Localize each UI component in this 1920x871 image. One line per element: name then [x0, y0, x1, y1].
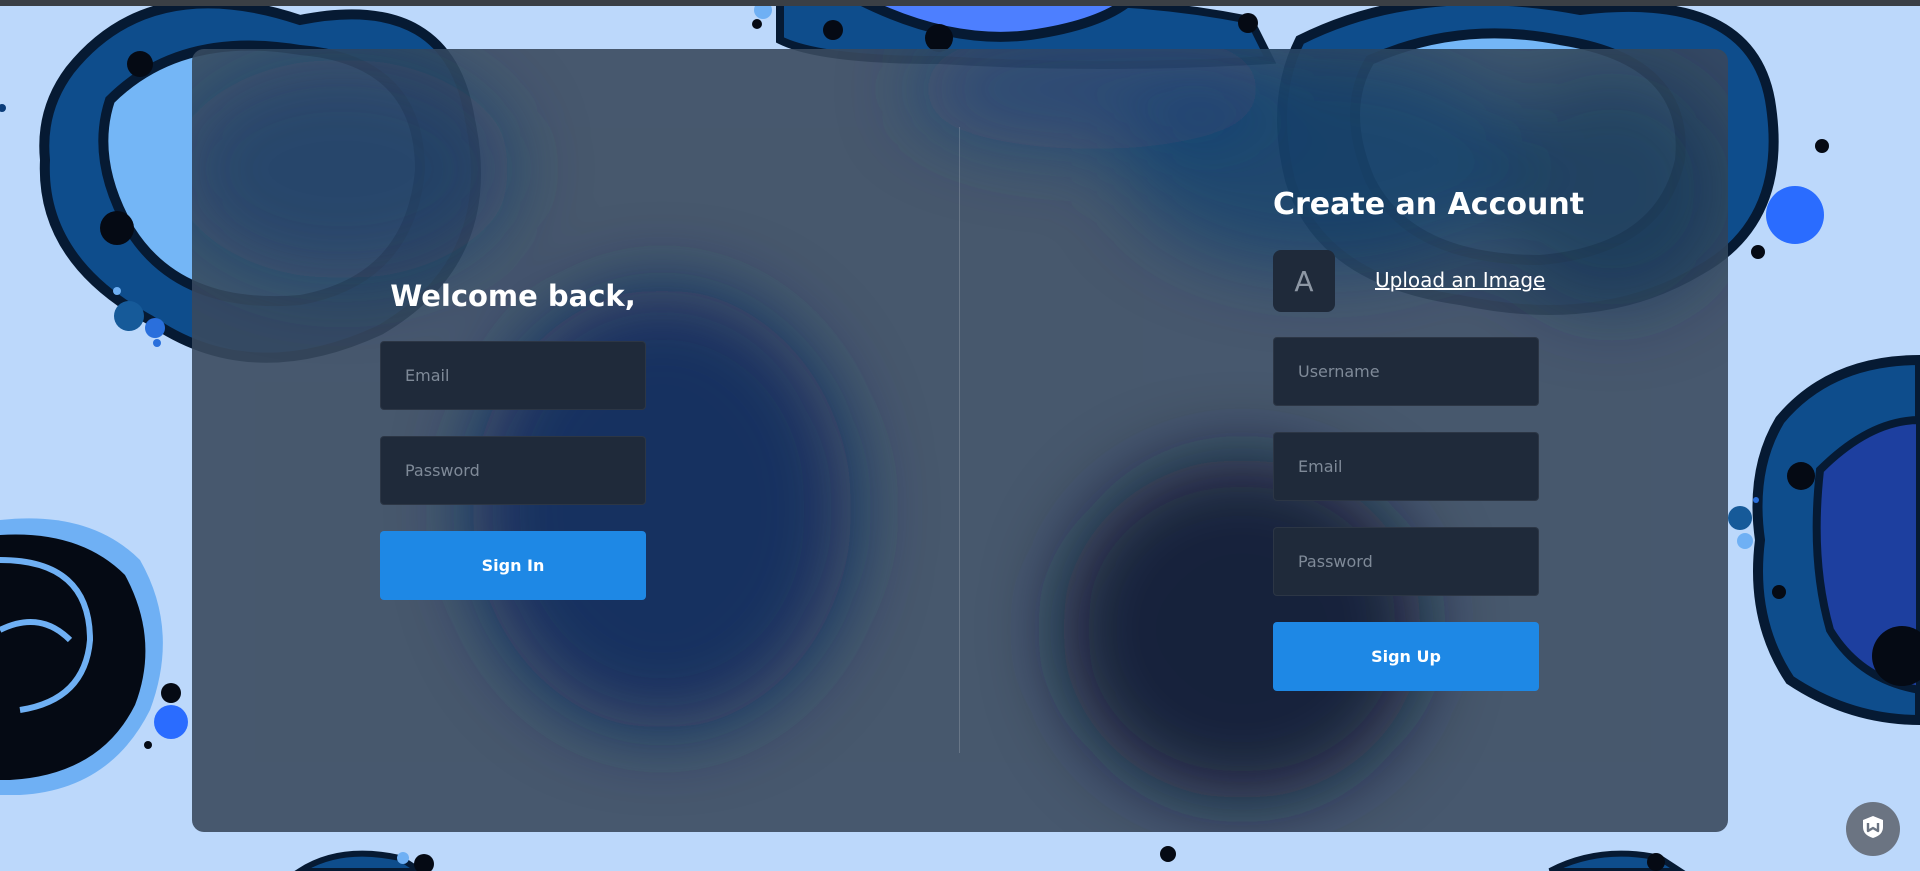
auth-card: Welcome back, Sign In Create an Account …	[192, 49, 1728, 832]
browser-top-bar	[0, 0, 1920, 6]
avatar-placeholder[interactable]: A	[1273, 250, 1335, 312]
login-password-input[interactable]	[380, 436, 646, 505]
section-divider	[959, 127, 960, 753]
background-blob-bottom	[294, 846, 1686, 871]
login-heading: Welcome back,	[390, 279, 636, 313]
sign-in-button[interactable]: Sign In	[380, 531, 646, 600]
background-swirl-left	[0, 518, 188, 795]
security-badge-button[interactable]	[1846, 802, 1900, 856]
sign-up-button[interactable]: Sign Up	[1273, 622, 1539, 691]
shield-icon	[1860, 814, 1886, 844]
signup-heading: Create an Account	[1273, 187, 1585, 222]
signup-username-input[interactable]	[1273, 337, 1539, 406]
signup-password-input[interactable]	[1273, 527, 1539, 596]
upload-image-link[interactable]: Upload an Image	[1375, 268, 1545, 292]
background-blob-right	[1728, 354, 1920, 726]
signup-email-input[interactable]	[1273, 432, 1539, 501]
avatar-letter: A	[1294, 264, 1314, 298]
login-email-input[interactable]	[380, 341, 646, 410]
